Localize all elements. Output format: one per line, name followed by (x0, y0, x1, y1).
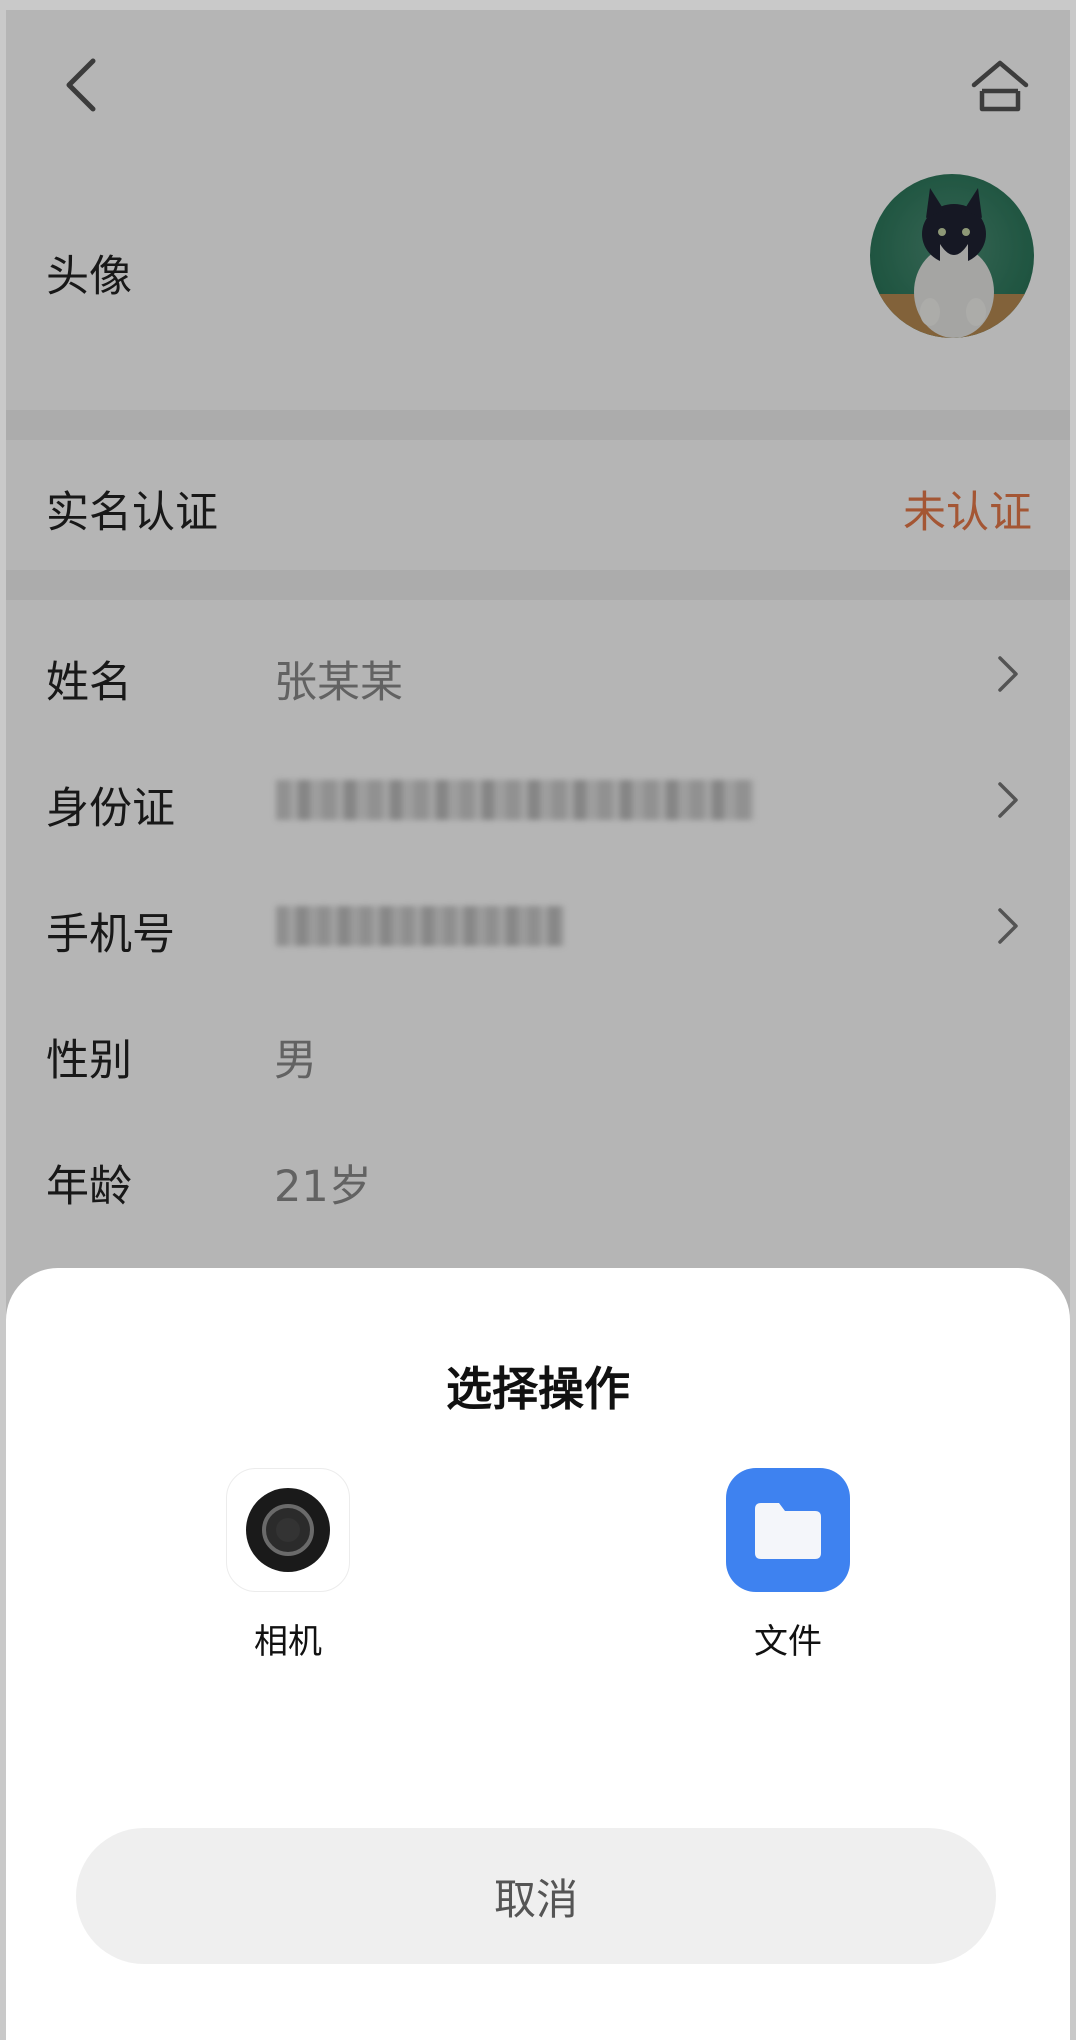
files-option[interactable]: 文件 (726, 1468, 850, 1663)
action-sheet: 选择操作 相机 文件 取消 (6, 1268, 1070, 2040)
cancel-button[interactable]: 取消 (76, 1828, 996, 1964)
camera-option-label: 相机 (254, 1622, 322, 1662)
camera-icon[interactable] (226, 1468, 350, 1592)
sheet-title: 选择操作 (446, 1362, 630, 1416)
camera-option[interactable]: 相机 (226, 1468, 350, 1663)
files-option-label: 文件 (754, 1622, 822, 1662)
profile-page: 头像 实名认证 未认证 姓名 张某某 身份证 手机号 性别 男 年龄 21岁 选… (6, 10, 1070, 2040)
folder-icon[interactable] (726, 1468, 850, 1592)
